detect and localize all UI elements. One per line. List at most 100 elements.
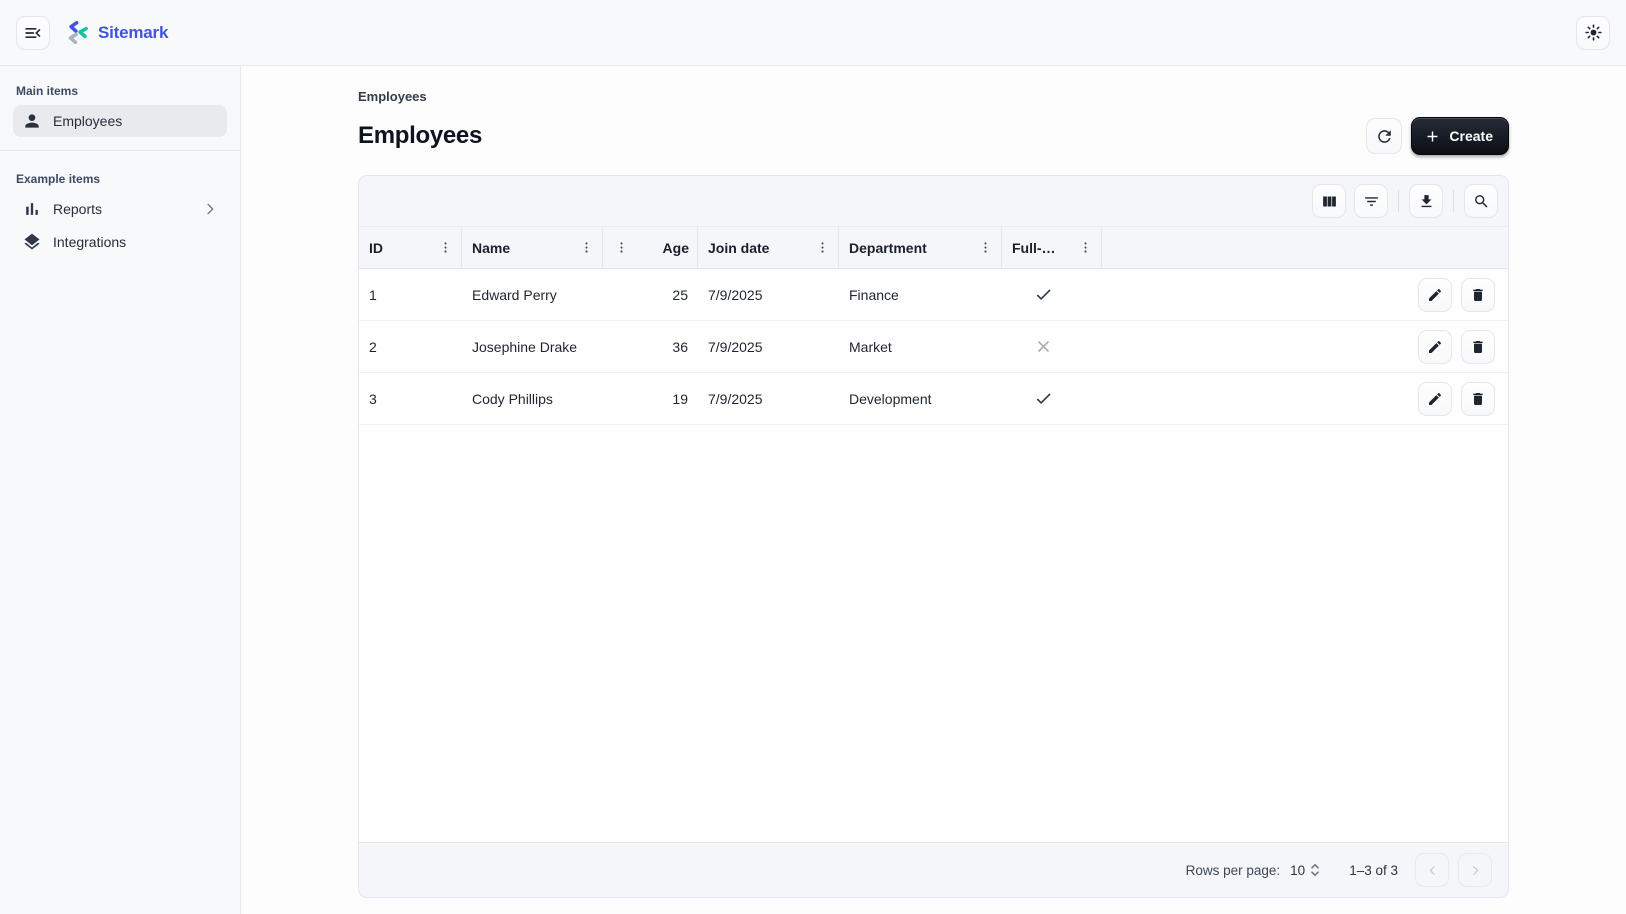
brand-name: Sitemark: [98, 23, 168, 43]
sidebar-item-employees[interactable]: Employees: [13, 105, 227, 137]
sidebar: Main items Employees Example items Repor…: [0, 66, 241, 914]
grid-header-row: ID Name Age Join date: [359, 226, 1508, 269]
sidebar-collapse-button[interactable]: [16, 16, 50, 50]
column-menu-icon[interactable]: [1077, 240, 1093, 256]
column-header-department[interactable]: Department: [839, 227, 1002, 268]
column-header-actions: [1102, 227, 1508, 268]
column-menu-icon[interactable]: [437, 240, 453, 256]
columns-button[interactable]: [1312, 184, 1346, 218]
cell-actions: [1102, 321, 1508, 372]
column-header-age[interactable]: Age: [603, 227, 698, 268]
spinner-chevrons-icon: [1308, 862, 1322, 878]
delete-button[interactable]: [1461, 278, 1495, 312]
theme-toggle-button[interactable]: [1576, 16, 1610, 50]
column-menu-icon[interactable]: [613, 240, 629, 256]
sun-icon: [1584, 23, 1603, 42]
table-row: 2 Josephine Drake 36 7/9/2025 Market: [359, 321, 1508, 373]
previous-page-button[interactable]: [1415, 853, 1449, 887]
search-icon: [1473, 193, 1490, 210]
cell-department: Development: [839, 373, 1002, 424]
cell-id: 2: [359, 321, 462, 372]
cell-age: 19: [603, 373, 698, 424]
create-button[interactable]: Create: [1411, 117, 1509, 155]
column-menu-icon[interactable]: [814, 240, 830, 256]
app-window: Sitemark Main items: [0, 0, 1626, 914]
table-row: 3 Cody Phillips 19 7/9/2025 Development: [359, 373, 1508, 425]
sidebar-divider: [0, 150, 240, 151]
search-button[interactable]: [1464, 184, 1498, 218]
cell-full-time: [1002, 373, 1102, 424]
data-grid: ID Name Age Join date: [358, 175, 1509, 898]
toolbar-divider: [1453, 190, 1454, 212]
close-icon: [1034, 337, 1053, 356]
page-title: Employees: [358, 122, 482, 150]
delete-button[interactable]: [1461, 330, 1495, 364]
edit-button[interactable]: [1418, 330, 1452, 364]
plus-icon: [1424, 128, 1441, 145]
chevron-left-icon: [1425, 863, 1440, 878]
cell-actions: [1102, 269, 1508, 320]
column-header-name[interactable]: Name: [462, 227, 603, 268]
cell-join-date: 7/9/2025: [698, 373, 839, 424]
layers-icon: [22, 232, 42, 252]
chevron-right-icon: [1468, 863, 1483, 878]
menu-open-icon: [23, 23, 43, 43]
main-content: Employees Employees Cr: [241, 66, 1626, 914]
column-header-full-time[interactable]: Full-…: [1002, 227, 1102, 268]
grid-footer: Rows per page: 10 1–3 of 3: [359, 842, 1508, 897]
cell-name: Edward Perry: [462, 269, 603, 320]
sidebar-item-label: Employees: [53, 113, 218, 129]
rows-per-page-label: Rows per page:: [1186, 863, 1281, 878]
edit-button[interactable]: [1418, 382, 1452, 416]
pagination-range-label: 1–3 of 3: [1349, 863, 1398, 878]
sidebar-item-integrations[interactable]: Integrations: [13, 226, 227, 258]
top-bar: Sitemark: [0, 0, 1626, 66]
cell-age: 36: [603, 321, 698, 372]
rows-per-page-select[interactable]: 10: [1290, 862, 1322, 878]
cell-age: 25: [603, 269, 698, 320]
cell-department: Market: [839, 321, 1002, 372]
cell-id: 1: [359, 269, 462, 320]
refresh-button[interactable]: [1366, 118, 1402, 154]
pencil-icon: [1427, 339, 1443, 355]
cell-name: Cody Phillips: [462, 373, 603, 424]
person-icon: [22, 111, 42, 131]
sidebar-item-label: Reports: [53, 201, 191, 217]
check-icon: [1034, 285, 1053, 304]
export-button[interactable]: [1409, 184, 1443, 218]
refresh-icon: [1375, 127, 1394, 146]
chevron-right-icon: [202, 201, 218, 217]
table-row: 1 Edward Perry 25 7/9/2025 Finance: [359, 269, 1508, 321]
column-menu-icon[interactable]: [578, 240, 594, 256]
edit-button[interactable]: [1418, 278, 1452, 312]
pencil-icon: [1427, 391, 1443, 407]
column-header-join-date[interactable]: Join date: [698, 227, 839, 268]
cell-name: Josephine Drake: [462, 321, 603, 372]
check-icon: [1034, 389, 1053, 408]
sidebar-section-example-items: Example items: [0, 164, 240, 192]
column-menu-icon[interactable]: [977, 240, 993, 256]
sidebar-item-reports[interactable]: Reports: [13, 193, 227, 225]
grid-toolbar: [359, 176, 1508, 226]
sidebar-section-main-items: Main items: [0, 76, 240, 104]
create-button-label: Create: [1449, 128, 1493, 144]
bar-chart-icon: [22, 199, 42, 219]
toolbar-divider: [1398, 190, 1399, 212]
delete-button[interactable]: [1461, 382, 1495, 416]
pencil-icon: [1427, 287, 1443, 303]
column-header-id[interactable]: ID: [359, 227, 462, 268]
cell-join-date: 7/9/2025: [698, 321, 839, 372]
filter-icon: [1363, 193, 1380, 210]
rows-per-page-value: 10: [1290, 863, 1305, 878]
columns-icon: [1321, 193, 1338, 210]
sitemark-logo-icon: [64, 20, 89, 45]
trash-icon: [1470, 391, 1486, 407]
breadcrumb: Employees: [358, 89, 1509, 104]
cell-department: Finance: [839, 269, 1002, 320]
filter-button[interactable]: [1354, 184, 1388, 218]
brand-link[interactable]: Sitemark: [64, 20, 168, 45]
next-page-button[interactable]: [1458, 853, 1492, 887]
sidebar-item-label: Integrations: [53, 234, 218, 250]
cell-actions: [1102, 373, 1508, 424]
trash-icon: [1470, 339, 1486, 355]
